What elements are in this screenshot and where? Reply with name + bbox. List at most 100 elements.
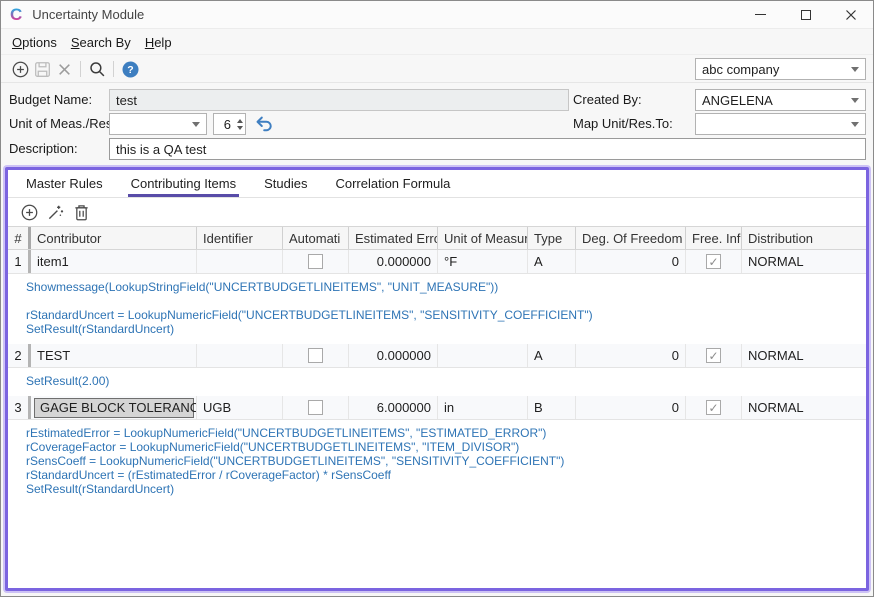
estimated-error-cell[interactable]: 0.000000 (349, 344, 438, 367)
unit-cell[interactable] (438, 344, 528, 367)
type-cell[interactable]: B (528, 396, 576, 419)
col-header-distribution[interactable]: Distribution (742, 227, 866, 249)
contributor-edit-box[interactable]: GAGE BLOCK TOLERANCE (34, 398, 194, 418)
formula-line: SetResult(2.00) (26, 374, 866, 388)
estimated-error-cell[interactable]: 6.000000 (349, 396, 438, 419)
budget-name-input[interactable] (109, 89, 569, 111)
free-inf-checkbox[interactable] (706, 348, 721, 363)
automatic-checkbox[interactable] (308, 254, 323, 269)
minimize-button[interactable] (738, 1, 783, 28)
distribution-cell[interactable]: NORMAL (742, 250, 866, 273)
dof-cell[interactable]: 0 (576, 344, 686, 367)
add-circle-icon (21, 204, 38, 221)
contributor-cell[interactable]: item1 (31, 250, 197, 273)
menu-help[interactable]: Help (138, 32, 179, 53)
automatic-cell (283, 396, 349, 419)
col-header-identifier[interactable]: Identifier (197, 227, 283, 249)
menu-search-by[interactable]: Search By (64, 32, 138, 53)
delete-item-button[interactable] (70, 201, 92, 223)
free-inf-checkbox[interactable] (706, 400, 721, 415)
delete-button[interactable] (53, 58, 75, 80)
dof-cell[interactable]: 0 (576, 396, 686, 419)
menu-bar: Options Search By Help (1, 30, 873, 55)
add-button[interactable] (9, 58, 31, 80)
tab-studies[interactable]: Studies (261, 171, 310, 197)
maximize-icon (801, 10, 811, 20)
x-icon (57, 62, 72, 77)
formula-block: rEstimatedError = LookupNumericField("UN… (8, 420, 866, 504)
add-circle-icon (12, 61, 29, 78)
formula-line: SetResult(rStandardUncert) (26, 482, 866, 496)
table-row[interactable]: 3 GAGE BLOCK TOLERANCE UGB 6.000000 in B… (8, 396, 866, 420)
help-button[interactable]: ? (119, 58, 141, 80)
type-cell[interactable]: A (528, 344, 576, 367)
save-button[interactable] (31, 58, 53, 80)
items-toolbar (8, 198, 866, 226)
col-header-contributor[interactable]: Contributor (31, 227, 197, 249)
created-by-combobox[interactable]: ANGELENA (695, 89, 866, 111)
tab-contributing-items[interactable]: Contributing Items (128, 171, 240, 197)
contributor-cell[interactable]: TEST (31, 344, 197, 367)
chevron-down-icon (851, 122, 859, 127)
free-inf-cell (686, 396, 742, 419)
stepper-arrows[interactable] (234, 114, 245, 134)
chevron-down-icon (851, 98, 859, 103)
menu-options[interactable]: Options (5, 32, 64, 53)
col-header-dof[interactable]: Deg. Of Freedom (576, 227, 686, 249)
titlebar: C Uncertainty Module (1, 1, 873, 29)
contributor-cell[interactable]: GAGE BLOCK TOLERANCE (31, 396, 197, 419)
formula-line: rSensCoeff = LookupNumericField("UNCERTB… (26, 454, 866, 468)
magic-wand-icon (47, 204, 64, 221)
free-inf-checkbox[interactable] (706, 254, 721, 269)
close-button[interactable] (828, 1, 873, 28)
formula-line: rCoverageFactor = LookupNumericField("UN… (26, 440, 866, 454)
unit-of-meas-combobox[interactable] (109, 113, 207, 135)
col-header-estimated-error[interactable]: Estimated Erro (349, 227, 438, 249)
maximize-button[interactable] (783, 1, 828, 28)
identifier-cell[interactable] (197, 344, 283, 367)
type-cell[interactable]: A (528, 250, 576, 273)
search-button[interactable] (86, 58, 108, 80)
add-item-button[interactable] (18, 201, 40, 223)
help-icon: ? (122, 61, 139, 78)
window-title: Uncertainty Module (32, 7, 144, 22)
distribution-cell[interactable]: NORMAL (742, 344, 866, 367)
toolbar-separator (113, 61, 114, 77)
automatic-cell (283, 250, 349, 273)
automatic-checkbox[interactable] (308, 400, 323, 415)
tab-correlation-formula[interactable]: Correlation Formula (332, 171, 453, 197)
description-input[interactable] (109, 138, 866, 160)
row-number-cell: 2 (8, 344, 31, 367)
company-combobox[interactable]: abc company (695, 58, 866, 80)
search-icon (89, 61, 106, 78)
identifier-cell[interactable]: UGB (197, 396, 283, 419)
distribution-cell[interactable]: NORMAL (742, 396, 866, 419)
tab-master-rules[interactable]: Master Rules (23, 171, 106, 197)
formula-line: rStandardUncert = (rEstimatedError / rCo… (26, 468, 866, 482)
unit-cell[interactable]: in (438, 396, 528, 419)
unit-of-meas-label: Unit of Meas./Res.: (9, 113, 120, 135)
save-icon (34, 61, 51, 78)
col-header-num[interactable]: # (8, 227, 31, 249)
toolbar-separator (80, 61, 81, 77)
col-header-unit[interactable]: Unit of Measure (438, 227, 528, 249)
description-label: Description: (9, 138, 78, 160)
formula-wizard-button[interactable] (44, 201, 66, 223)
undo-button[interactable] (253, 114, 275, 134)
table-row[interactable]: 1 item1 0.000000 °F A 0 NORMAL (8, 250, 866, 274)
chevron-down-icon (851, 67, 859, 72)
window-controls (738, 1, 873, 28)
table-row[interactable]: 2 TEST 0.000000 A 0 NORMAL (8, 344, 866, 368)
dof-cell[interactable]: 0 (576, 250, 686, 273)
col-header-type[interactable]: Type (528, 227, 576, 249)
map-unit-combobox[interactable] (695, 113, 866, 135)
col-header-automatic[interactable]: Automati (283, 227, 349, 249)
unit-cell[interactable]: °F (438, 250, 528, 273)
automatic-checkbox[interactable] (308, 348, 323, 363)
col-header-free-inf[interactable]: Free. Inf. (686, 227, 742, 249)
row-number-cell: 3 (8, 396, 31, 419)
estimated-error-cell[interactable]: 0.000000 (349, 250, 438, 273)
resolution-stepper[interactable]: 6 (213, 113, 246, 135)
company-value: abc company (702, 62, 847, 77)
identifier-cell[interactable] (197, 250, 283, 273)
